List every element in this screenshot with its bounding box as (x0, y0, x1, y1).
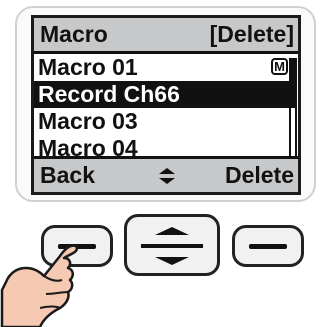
lcd-screen: Macro [Delete] Macro 01 M Record Ch66 Ma… (31, 15, 301, 195)
list-item-label: Macro 01 (38, 54, 138, 80)
screen-header: Macro [Delete] (34, 18, 298, 54)
rocker-arrows-icon (141, 227, 203, 265)
softkey-left-label: Back (40, 162, 95, 188)
scrollbar[interactable] (289, 58, 297, 158)
softkey-right-label: Delete (224, 162, 294, 188)
list-item-label: Record Ch66 (38, 81, 180, 107)
list-item[interactable]: Macro 01 M (34, 54, 292, 81)
pointing-hand-icon (0, 244, 79, 327)
macro-list: Macro 01 M Record Ch66 Macro 03 Macro 04 (34, 54, 292, 162)
scrollbar-thumb[interactable] (291, 60, 295, 108)
header-action-label: [Delete] (209, 21, 294, 47)
list-item-selected[interactable]: Record Ch66 (34, 81, 292, 108)
navigation-rocker-button[interactable] (124, 214, 220, 276)
screen-title: Macro (40, 21, 108, 47)
list-item[interactable]: Macro 03 (34, 108, 292, 135)
macro-badge-icon: M (271, 58, 288, 75)
up-down-arrows-icon (159, 168, 175, 184)
minus-icon (249, 244, 287, 249)
list-item-label: Macro 03 (38, 108, 138, 134)
right-softkey-button[interactable] (232, 225, 304, 267)
softkey-bar: Back Delete (34, 156, 298, 192)
